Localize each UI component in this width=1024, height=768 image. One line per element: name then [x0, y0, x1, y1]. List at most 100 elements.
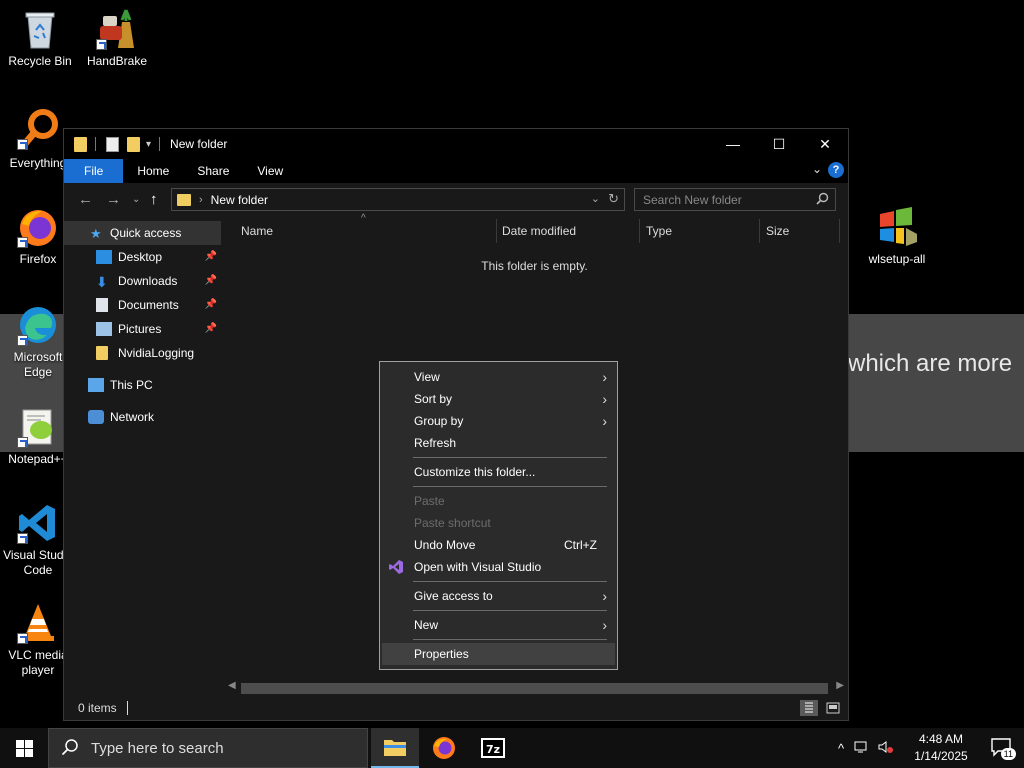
- search-box[interactable]: Search New folder: [634, 188, 836, 211]
- sidebar-item-nvidialogging[interactable]: NvidiaLogging: [64, 341, 221, 365]
- system-tray: ^: [838, 728, 894, 768]
- help-icon[interactable]: ?: [828, 162, 844, 178]
- firefox-icon: [17, 206, 59, 248]
- horizontal-scrollbar[interactable]: ◀ ▶: [221, 679, 848, 696]
- quick-access-toolbar-dropdown-icon[interactable]: ▾: [146, 139, 151, 150]
- taskbar-firefox[interactable]: [420, 728, 468, 768]
- empty-folder-message: This folder is empty.: [481, 259, 588, 273]
- edge-icon: [17, 304, 59, 346]
- tab-view[interactable]: View: [243, 159, 297, 183]
- menu-item-refresh[interactable]: Refresh: [380, 432, 617, 454]
- pin-icon[interactable]: 📌: [205, 323, 217, 334]
- shortcut-overlay-icon: [17, 633, 28, 644]
- submenu-chevron-icon: ›: [602, 413, 607, 429]
- taskbar-search-box[interactable]: Type here to search: [48, 728, 368, 768]
- notification-center-icon[interactable]: 11: [990, 737, 1016, 760]
- column-divider[interactable]: [639, 219, 640, 243]
- visual-studio-icon: [388, 559, 404, 578]
- search-input[interactable]: Search New folder: [643, 193, 742, 207]
- recent-locations-chevron-icon[interactable]: ⌄: [132, 194, 140, 205]
- refresh-icon[interactable]: ↻: [608, 191, 619, 207]
- maximize-button[interactable]: ☐: [756, 129, 802, 159]
- column-name[interactable]: Name: [241, 224, 273, 238]
- sidebar-item-network[interactable]: Network: [64, 405, 221, 429]
- sidebar-item-label: Desktop: [118, 250, 163, 264]
- show-hidden-icons-chevron-icon[interactable]: ^: [838, 741, 844, 756]
- desktop-icon-label: wlsetup-all: [868, 252, 926, 266]
- sidebar-item-label: This PC: [110, 378, 153, 392]
- windows-setup-icon: [876, 206, 918, 248]
- separator: [95, 137, 96, 151]
- pin-icon[interactable]: 📌: [205, 299, 217, 310]
- up-arrow-icon[interactable]: ↑: [150, 191, 158, 208]
- sidebar-item-downloads[interactable]: ⬇ Downloads 📌: [64, 269, 221, 293]
- tab-share[interactable]: Share: [183, 159, 243, 183]
- taskbar-7zip[interactable]: 7z: [469, 728, 517, 768]
- menu-item-undo-move[interactable]: Undo Move Ctrl+Z: [380, 534, 617, 556]
- item-count: 0 items: [78, 701, 117, 715]
- details-view-button[interactable]: [800, 700, 818, 716]
- desktop-icon-handbrake[interactable]: HandBrake: [77, 8, 157, 69]
- notepadpp-icon: [17, 406, 59, 448]
- column-type[interactable]: Type: [646, 224, 672, 238]
- forward-arrow-icon[interactable]: →: [106, 191, 121, 208]
- computer-icon: [88, 378, 104, 392]
- taskbar-search-input[interactable]: Type here to search: [91, 740, 224, 757]
- network-status-icon[interactable]: [854, 740, 870, 757]
- taskbar: Type here to search 7z ^ 4:48 AM 1/14/20…: [0, 728, 1024, 768]
- network-icon: [88, 410, 104, 424]
- folder-icon: [96, 346, 108, 360]
- search-icon: [816, 192, 829, 208]
- close-button[interactable]: ✕: [802, 129, 848, 159]
- desktop-icon-wlsetup[interactable]: wlsetup-all: [857, 206, 937, 267]
- menu-item-open-with-visual-studio[interactable]: Open with Visual Studio: [380, 556, 617, 578]
- taskbar-file-explorer[interactable]: [371, 728, 419, 768]
- menu-item-sort-by[interactable]: Sort by ›: [380, 388, 617, 410]
- minimize-button[interactable]: —: [710, 129, 756, 159]
- folder-icon: [177, 193, 191, 206]
- column-divider[interactable]: [496, 219, 497, 243]
- breadcrumb-chevron-icon[interactable]: ›: [199, 194, 203, 206]
- sidebar-item-documents[interactable]: Documents 📌: [64, 293, 221, 317]
- breadcrumb-new-folder[interactable]: New folder: [211, 193, 268, 207]
- pin-icon[interactable]: 📌: [205, 275, 217, 286]
- desktop-icon-recycle-bin[interactable]: Recycle Bin: [0, 8, 80, 69]
- column-divider[interactable]: [759, 219, 760, 243]
- expand-ribbon-chevron-icon[interactable]: ⌄: [812, 162, 822, 176]
- pin-icon[interactable]: 📌: [205, 251, 217, 262]
- tab-home[interactable]: Home: [123, 159, 183, 183]
- large-icons-view-button[interactable]: [824, 700, 842, 716]
- menu-item-label: Group by: [414, 414, 464, 428]
- sidebar-item-pictures[interactable]: Pictures 📌: [64, 317, 221, 341]
- title-bar[interactable]: ▾ New folder — ☐ ✕: [64, 129, 848, 159]
- menu-item-view[interactable]: View ›: [380, 366, 617, 388]
- new-folder-icon[interactable]: [127, 136, 140, 152]
- column-date-modified[interactable]: Date modified: [502, 224, 576, 238]
- sidebar-item-label: Network: [110, 410, 155, 424]
- submenu-chevron-icon: ›: [602, 617, 607, 633]
- sidebar-item-desktop[interactable]: Desktop 📌: [64, 245, 221, 269]
- address-bar[interactable]: › New folder ⌄ ↻: [171, 188, 625, 211]
- sidebar-item-quick-access[interactable]: ★ Quick access: [64, 221, 221, 245]
- start-button[interactable]: [0, 728, 48, 768]
- scrollbar-thumb[interactable]: [241, 683, 828, 694]
- menu-item-customize-folder[interactable]: Customize this folder...: [380, 461, 617, 483]
- scroll-left-arrow-icon[interactable]: ◀: [228, 680, 236, 691]
- properties-checkmark-icon[interactable]: [106, 136, 119, 152]
- back-arrow-icon[interactable]: ←: [78, 191, 93, 208]
- volume-muted-icon[interactable]: [878, 740, 894, 757]
- scroll-right-arrow-icon[interactable]: ▶: [836, 680, 844, 691]
- menu-item-properties[interactable]: Properties: [382, 643, 615, 665]
- menu-item-group-by[interactable]: Group by ›: [380, 410, 617, 432]
- clock-time: 4:48 AM: [918, 732, 964, 746]
- desktop-folder-icon: [96, 250, 112, 264]
- menu-item-new[interactable]: New ›: [380, 614, 617, 636]
- address-dropdown-icon[interactable]: ⌄: [591, 192, 600, 205]
- sidebar-item-this-pc[interactable]: This PC: [64, 373, 221, 397]
- system-clock[interactable]: 4:48 AM 1/14/2025: [906, 731, 976, 765]
- menu-item-label: Customize this folder...: [414, 465, 536, 479]
- tab-file[interactable]: File: [64, 159, 124, 183]
- column-size[interactable]: Size: [766, 224, 789, 238]
- column-divider[interactable]: [839, 219, 840, 243]
- menu-item-give-access-to[interactable]: Give access to ›: [380, 585, 617, 607]
